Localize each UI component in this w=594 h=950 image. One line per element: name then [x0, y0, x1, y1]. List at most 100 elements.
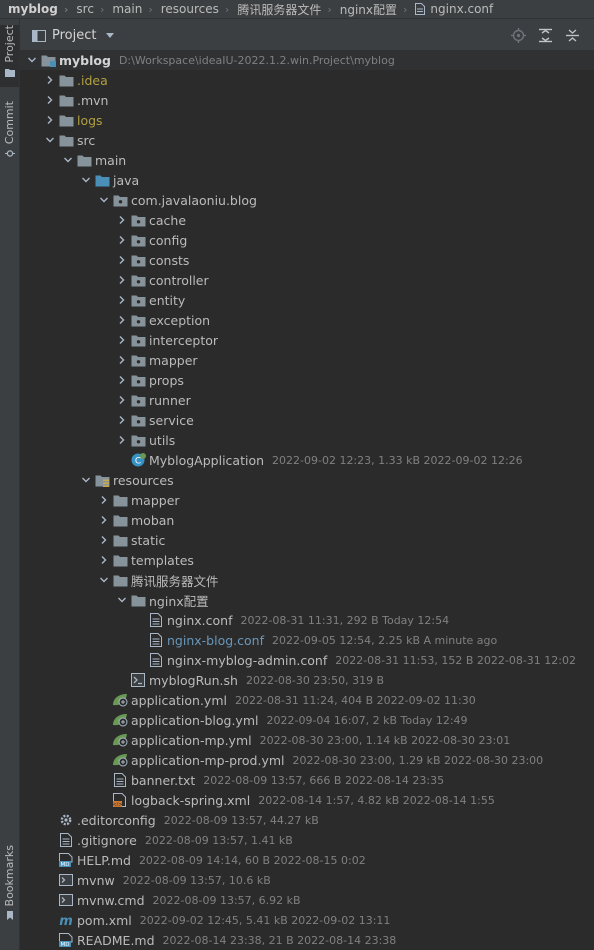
- tree-row[interactable]: mvnw 2022-08-09 13:57, 10.6 kB: [20, 870, 594, 890]
- chevron-right-icon[interactable]: [96, 530, 112, 550]
- chevron-right-icon[interactable]: [114, 410, 130, 430]
- chevron-down-icon[interactable]: [42, 130, 58, 150]
- chevron-down-icon[interactable]: [24, 50, 40, 70]
- chevron-right-icon[interactable]: [42, 70, 58, 90]
- tree-row[interactable]: .gitignore 2022-08-09 13:57, 1.41 kB: [20, 830, 594, 850]
- folder-icon: [112, 512, 128, 528]
- tree-row[interactable]: banner.txt 2022-08-09 13:57, 666 B 2022-0…: [20, 770, 594, 790]
- tree-row[interactable]: entity: [20, 290, 594, 310]
- commit-tool-tab[interactable]: Commit: [0, 101, 19, 163]
- tree-row[interactable]: moban: [20, 510, 594, 530]
- tree-row[interactable]: exception: [20, 310, 594, 330]
- chevron-right-icon[interactable]: [114, 230, 130, 250]
- tree-item-label: templates: [131, 552, 194, 568]
- tree-row[interactable]: C MyblogApplication 2022-09-02 12:23, 1.33…: [20, 450, 594, 470]
- tree-row[interactable]: mapper: [20, 490, 594, 510]
- breadcrumb-item[interactable]: myblog ›: [0, 0, 68, 18]
- left-tool-strip: Project Commit Bookmarks: [0, 19, 20, 950]
- tree-item-label: service: [149, 412, 194, 428]
- collapse-all-icon[interactable]: [565, 28, 580, 43]
- tree-row[interactable]: .editorconfig 2022-08-09 13:57, 44.27 kB: [20, 810, 594, 830]
- tree-row[interactable]: mvnw.cmd 2022-08-09 13:57, 6.92 kB: [20, 890, 594, 910]
- package-icon: [130, 292, 146, 308]
- view-dropdown-icon[interactable]: [106, 33, 115, 38]
- chevron-down-icon[interactable]: [78, 170, 94, 190]
- chevron-right-icon[interactable]: [114, 430, 130, 450]
- tree-row[interactable]: com.javalaoniu.blog: [20, 190, 594, 210]
- tree-row[interactable]: application-mp-prod.yml 2022-08-30 23:00,…: [20, 750, 594, 770]
- locate-file-icon[interactable]: [511, 28, 526, 43]
- tree-row[interactable]: utils: [20, 430, 594, 450]
- breadcrumb-item[interactable]: main ›: [104, 0, 152, 18]
- tree-row[interactable]: static: [20, 530, 594, 550]
- tree-row[interactable]: 腾讯服务器文件: [20, 570, 594, 590]
- bookmarks-tool-tab[interactable]: Bookmarks: [0, 845, 19, 925]
- tree-row[interactable]: resources: [20, 470, 594, 490]
- tree-row[interactable]: nginx-myblog-admin.conf 2022-08-31 11:53,…: [20, 650, 594, 670]
- tree-row[interactable]: consts: [20, 250, 594, 270]
- project-panel-header: Project: [20, 19, 594, 53]
- chevron-right-icon[interactable]: [114, 390, 130, 410]
- tree-row[interactable]: application-mp.yml 2022-08-30 23:00, 1.14…: [20, 730, 594, 750]
- chevron-down-icon[interactable]: [96, 190, 112, 210]
- tree-row[interactable]: .mvn: [20, 90, 594, 110]
- tree-row[interactable]: src: [20, 130, 594, 150]
- chevron-down-icon[interactable]: [96, 570, 112, 590]
- breadcrumb-item[interactable]: nginx.conf: [407, 0, 493, 18]
- project-tool-tab[interactable]: Project: [0, 25, 19, 87]
- breadcrumb-item[interactable]: 腾讯服务器文件 ›: [229, 0, 331, 18]
- chevron-right-icon[interactable]: [96, 490, 112, 510]
- tree-row[interactable]: myblogRun.sh 2022-08-30 23:50, 319 B: [20, 670, 594, 690]
- chevron-right-icon[interactable]: [96, 510, 112, 530]
- chevron-right-icon[interactable]: [42, 90, 58, 110]
- tree-row[interactable]: MD HELP.md 2022-08-09 14:14, 60 B 2022-08-…: [20, 850, 594, 870]
- tree-row[interactable]: cache: [20, 210, 594, 230]
- chevron-down-icon[interactable]: [114, 590, 130, 610]
- tree-row[interactable]: templates: [20, 550, 594, 570]
- tree-row[interactable]: m pom.xml 2022-09-02 12:45, 5.41 kB 2022-0…: [20, 910, 594, 930]
- chevron-right-icon[interactable]: [42, 110, 58, 130]
- tree-item-label: runner: [149, 392, 191, 408]
- breadcrumb-item[interactable]: src ›: [68, 0, 104, 18]
- tree-row[interactable]: runner: [20, 390, 594, 410]
- tree-row[interactable]: controller: [20, 270, 594, 290]
- tree-row[interactable]: application.yml 2022-08-31 11:24, 404 B 2…: [20, 690, 594, 710]
- chevron-right-icon[interactable]: [114, 290, 130, 310]
- breadcrumb-item[interactable]: nginx配置 ›: [332, 0, 408, 18]
- tree-row[interactable]: mapper: [20, 350, 594, 370]
- chevron-down-icon[interactable]: [78, 470, 94, 490]
- chevron-right-icon[interactable]: [114, 350, 130, 370]
- chevron-right-icon[interactable]: [114, 210, 130, 230]
- chevron-right-icon[interactable]: [114, 310, 130, 330]
- breadcrumb-item[interactable]: resources ›: [153, 0, 230, 18]
- tree-row[interactable]: service: [20, 410, 594, 430]
- chevron-right-icon[interactable]: [114, 370, 130, 390]
- tree-row[interactable]: props: [20, 370, 594, 390]
- tree-row[interactable]: interceptor: [20, 330, 594, 350]
- tree-row[interactable]: application-blog.yml 2022-09-04 16:07, 2 …: [20, 710, 594, 730]
- tree-row[interactable]: </> logback-spring.xml 2022-08-14 1:57, 4.…: [20, 790, 594, 810]
- tree-row[interactable]: nginx配置: [20, 590, 594, 610]
- tree-row[interactable]: MD README.md 2022-08-14 23:38, 21 B 2022-0…: [20, 930, 594, 950]
- package-icon: [130, 212, 146, 228]
- tree-item-label: utils: [149, 432, 176, 448]
- chevron-down-icon[interactable]: [60, 150, 76, 170]
- tree-row[interactable]: nginx.conf 2022-08-31 11:31, 292 B Today …: [20, 610, 594, 630]
- tree-row[interactable]: logs: [20, 110, 594, 130]
- chevron-right-icon[interactable]: [114, 250, 130, 270]
- tree-row[interactable]: main: [20, 150, 594, 170]
- chevron-right-icon[interactable]: [114, 330, 130, 350]
- chevron-right-icon[interactable]: [96, 550, 112, 570]
- expand-all-icon[interactable]: [538, 28, 553, 43]
- chevron-right-icon[interactable]: [114, 270, 130, 290]
- tree-row[interactable]: myblog D:\Workspace\ideaIU-2022.1.2.win.P…: [20, 50, 594, 70]
- tree-row[interactable]: nginx-blog.conf 2022-09-05 12:54, 2.25 kB…: [20, 630, 594, 650]
- tree-row[interactable]: config: [20, 230, 594, 250]
- tree-row[interactable]: .idea: [20, 70, 594, 90]
- tree-row[interactable]: java: [20, 170, 594, 190]
